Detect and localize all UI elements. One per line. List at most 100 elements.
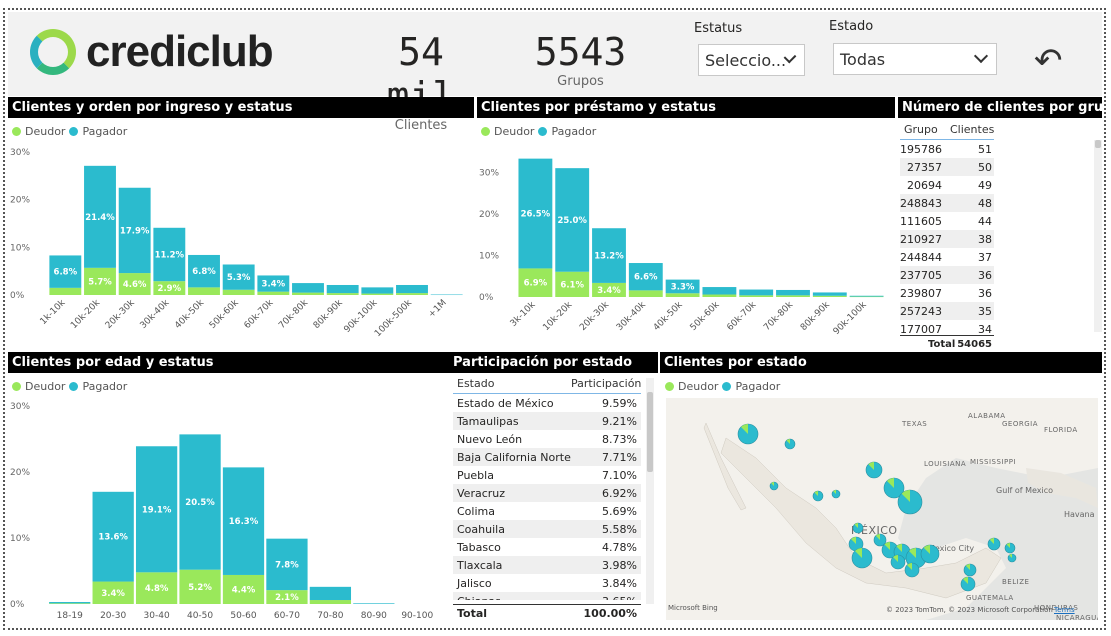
- table-row[interactable]: Puebla 7.10%: [453, 466, 641, 484]
- table-row[interactable]: 20694 49: [900, 176, 994, 194]
- map-bubble[interactable]: [851, 547, 873, 569]
- map-bubble[interactable]: [987, 537, 1001, 551]
- bar-deudor[interactable]: [361, 293, 394, 295]
- table-row[interactable]: Chiapas3.65%: [453, 592, 641, 600]
- bar-pagador[interactable]: [361, 287, 394, 294]
- bar-deudor[interactable]: [188, 287, 220, 295]
- map-bubble[interactable]: [784, 438, 796, 450]
- legend-deudor-label[interactable]: Deudor: [25, 125, 65, 138]
- table-row[interactable]: 210927 38: [900, 230, 994, 248]
- bar-pagador[interactable]: [353, 603, 395, 604]
- table-row[interactable]: 257243 35: [900, 302, 994, 320]
- map-bubble[interactable]: [920, 544, 940, 564]
- table-row[interactable]: Veracruz 6.92%: [453, 484, 641, 502]
- table-row[interactable]: 237705 36: [900, 266, 994, 284]
- legend-deudor-label[interactable]: Deudor: [494, 125, 534, 138]
- bar-deudor[interactable]: [292, 292, 324, 295]
- estado-col-header[interactable]: Estado: [453, 377, 571, 390]
- bar-pagador[interactable]: [292, 283, 324, 293]
- data-label: 5.7%: [88, 277, 112, 287]
- legend-deudor-label[interactable]: Deudor: [678, 380, 718, 393]
- data-label: 6.8%: [54, 268, 78, 278]
- bar-pagador[interactable]: [849, 295, 884, 297]
- scroll-thumb[interactable]: [1095, 140, 1101, 148]
- table-row[interactable]: 27357 50: [900, 158, 994, 176]
- map-bubble[interactable]: [960, 576, 976, 592]
- map-bubble[interactable]: [890, 554, 906, 570]
- scroll-thumb[interactable]: [647, 392, 653, 472]
- map-bubble[interactable]: [1007, 553, 1017, 563]
- map-bubble[interactable]: [1004, 542, 1016, 554]
- legend-deudor-label[interactable]: Deudor: [25, 380, 65, 393]
- grupo-scrollbar[interactable]: [1094, 140, 1102, 332]
- table-row[interactable]: Estado de México 9.59%: [453, 394, 641, 412]
- table-cell: 20694: [907, 178, 942, 192]
- data-label: 26.5%: [521, 210, 551, 220]
- table-row[interactable]: Nuevo León 8.73%: [453, 430, 641, 448]
- legend-pagador-label[interactable]: Pagador: [82, 125, 127, 138]
- table-row[interactable]: Tlaxcala 3.98%: [453, 556, 641, 574]
- table-row[interactable]: Baja California Norte 7.71%: [453, 448, 641, 466]
- bar-pagador[interactable]: [776, 289, 810, 296]
- participacion-col-header[interactable]: Participación: [571, 377, 641, 390]
- legend-pagador-label[interactable]: Pagador: [735, 380, 780, 393]
- bar-deudor[interactable]: [776, 295, 810, 297]
- bar-deudor[interactable]: [396, 293, 428, 295]
- undo-arrow-icon[interactable]: ↶: [1034, 44, 1063, 78]
- bar-deudor[interactable]: [49, 287, 82, 295]
- estado-total-value: 100.00%: [583, 607, 637, 620]
- table-row[interactable]: 244844 37: [900, 248, 994, 266]
- map-bubble[interactable]: [897, 489, 923, 515]
- table-row[interactable]: 239807 36: [900, 284, 994, 302]
- table-row[interactable]: Tabasco 4.78%: [453, 538, 641, 556]
- clientes-col-header[interactable]: Clientes: [950, 123, 994, 136]
- map-terms-link[interactable]: Terms: [1054, 606, 1075, 614]
- bar-pagador[interactable]: [396, 284, 428, 294]
- bar-deudor[interactable]: [739, 295, 774, 297]
- legend-pagador-label[interactable]: Pagador: [551, 125, 596, 138]
- bar-pagador[interactable]: [739, 289, 774, 296]
- bar-deudor[interactable]: [257, 291, 290, 295]
- table-row[interactable]: Jalisco 3.84%: [453, 574, 641, 592]
- estado-scrollbar[interactable]: [646, 378, 654, 604]
- table-row[interactable]: Coahuila 5.58%: [453, 520, 641, 538]
- bar-deudor[interactable]: [326, 293, 359, 295]
- table-row[interactable]: Tamaulipas 9.21%: [453, 412, 641, 430]
- map-bubble[interactable]: [812, 490, 824, 502]
- map-bubble[interactable]: [904, 562, 920, 578]
- table-row[interactable]: Colima 5.69%: [453, 502, 641, 520]
- table-cell: Jalisco: [457, 576, 492, 590]
- bar-deudor[interactable]: [665, 293, 700, 297]
- bar-pagador[interactable]: [326, 284, 359, 294]
- legend-pagador-label[interactable]: Pagador: [82, 380, 127, 393]
- slicer-estado-dropdown[interactable]: Todas: [833, 43, 997, 75]
- grupo-col-header[interactable]: Grupo: [900, 123, 950, 136]
- grupo-total-label: Total: [928, 339, 956, 350]
- table-row[interactable]: 248843 48: [900, 194, 994, 212]
- bar-pagador[interactable]: [812, 292, 847, 296]
- data-label: 16.3%: [229, 517, 259, 527]
- table-row[interactable]: 195786 51: [900, 140, 994, 158]
- bar-deudor[interactable]: [849, 296, 884, 298]
- legend-deudor-swatch: [12, 382, 21, 391]
- map-bubble[interactable]: [769, 481, 779, 491]
- mexico-map[interactable]: TEXAS ALABAMA GEORGIA LOUISIANA MISSISSIPPI F…: [666, 398, 1098, 620]
- map-bubble[interactable]: [831, 489, 841, 499]
- bar-pagador[interactable]: [49, 602, 91, 604]
- map-bubble[interactable]: [737, 423, 759, 445]
- bar-deudor[interactable]: [812, 295, 847, 297]
- table-cell: 49: [978, 178, 992, 192]
- bar-deudor[interactable]: [222, 289, 255, 295]
- map-bubble[interactable]: [865, 461, 883, 479]
- map-bubble[interactable]: [852, 522, 864, 534]
- bar-deudor[interactable]: [49, 603, 91, 604]
- map-bubble[interactable]: [963, 563, 977, 577]
- bar-pagador[interactable]: [430, 294, 463, 296]
- bar-pagador[interactable]: [702, 287, 737, 295]
- table-row[interactable]: 111605 44: [900, 212, 994, 230]
- slicer-estatus-dropdown[interactable]: Seleccio...: [698, 44, 805, 76]
- bar-deudor[interactable]: [628, 290, 663, 297]
- bar-pagador[interactable]: [309, 586, 352, 601]
- bar-deudor[interactable]: [309, 600, 352, 604]
- bar-deudor[interactable]: [702, 294, 737, 297]
